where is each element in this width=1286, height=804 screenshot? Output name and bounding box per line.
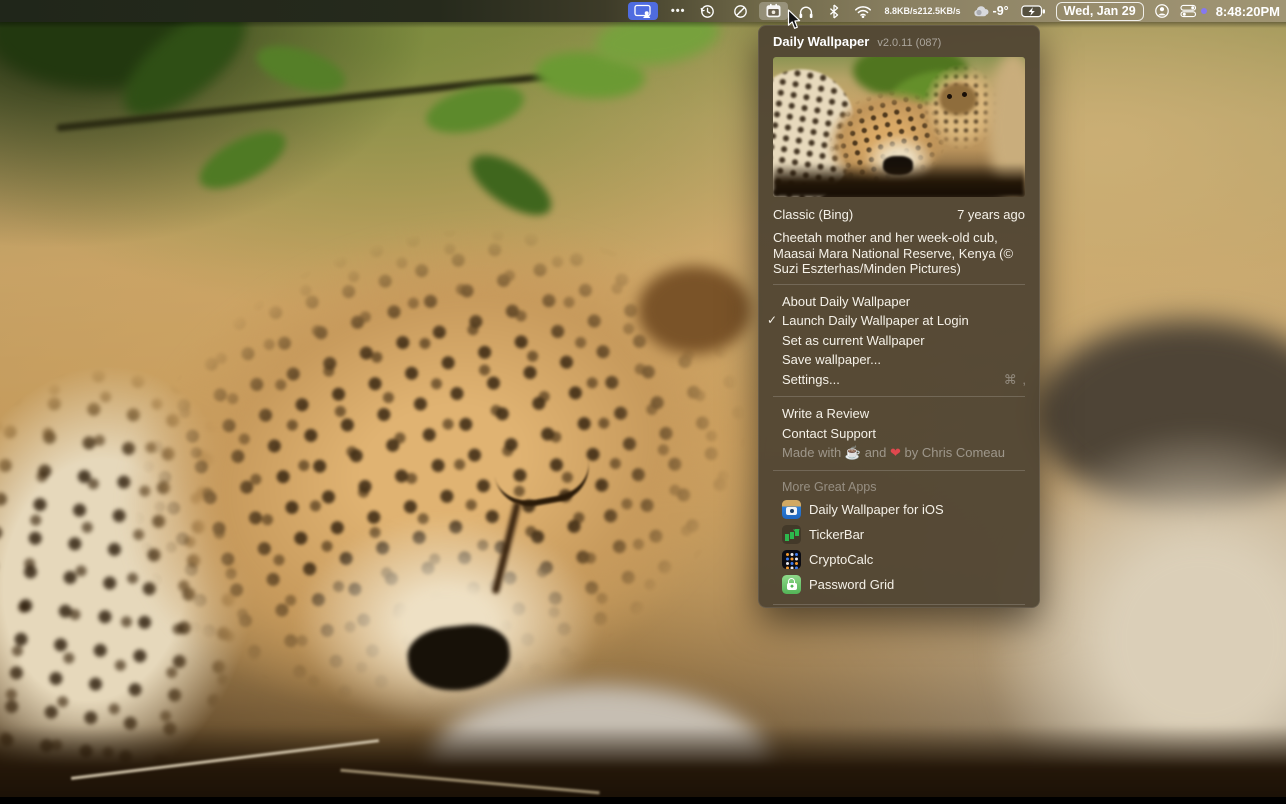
compass-icon <box>732 3 749 20</box>
menu-item-save-wallpaper[interactable]: Save wallpaper... <box>758 350 1040 370</box>
app-label: CryptoCalc <box>809 552 873 567</box>
menu-item-label: Set as current Wallpaper <box>782 333 925 348</box>
separator <box>773 470 1025 471</box>
credit-text: by Chris Comeau <box>905 445 1005 460</box>
menubar-item-bluetooth[interactable] <box>828 4 840 19</box>
menubar-item-overflow[interactable]: ••• <box>671 5 686 17</box>
menu-item-app-cryptocalc[interactable]: CryptoCalc <box>758 547 1040 572</box>
menubar-item-date[interactable]: Wed, Jan 29 <box>1056 2 1144 21</box>
credit-text: and <box>865 445 887 460</box>
tickerbar-app-icon <box>782 525 801 544</box>
wallpaper-thumbnail[interactable] <box>773 57 1025 197</box>
menu-item-write-review[interactable]: Write a Review <box>758 404 1040 424</box>
menubar-item-daily-wallpaper[interactable] <box>759 2 788 20</box>
menu-item-settings[interactable]: Settings... ⌘ , <box>758 370 1040 390</box>
heart-icon: ❤ <box>890 445 901 460</box>
menu-item-app-password-grid[interactable]: Password Grid <box>758 572 1040 597</box>
cryptocalc-app-icon <box>782 550 801 569</box>
wallpaper-leaf <box>251 37 350 102</box>
menubar-item-screen-mirroring[interactable] <box>628 2 658 20</box>
ellipsis-icon: ••• <box>671 5 686 17</box>
notification-dot <box>1201 8 1207 14</box>
wallpaper-leaf <box>191 120 294 200</box>
wallpaper-photo <box>0 0 1286 797</box>
history-clock-icon <box>699 3 716 20</box>
time-value: 8:48:20PM <box>1216 4 1280 19</box>
menu-item-app-tickerbar[interactable]: TickerBar <box>758 522 1040 547</box>
upload-speed: 8.8KB/s <box>884 6 917 16</box>
menu-item-about[interactable]: About Daily Wallpaper <box>758 292 1040 312</box>
menu-item-label: Launch Daily Wallpaper at Login <box>782 313 969 328</box>
menubar-item-user[interactable] <box>1154 3 1170 19</box>
daily-wallpaper-ios-app-icon <box>782 500 801 519</box>
wallpaper-meta: Classic (Bing) 7 years ago <box>773 207 1025 222</box>
password-grid-app-icon <box>782 575 801 594</box>
app-version: v2.0.11 (087) <box>877 37 941 49</box>
menubar-item-battery[interactable] <box>1021 5 1046 18</box>
separator <box>773 284 1025 285</box>
battery-charging-icon <box>1021 5 1046 18</box>
more-apps-header: More Great Apps <box>758 478 1040 497</box>
wifi-icon <box>854 5 872 18</box>
wallpaper-age: 7 years ago <box>957 207 1025 222</box>
menubar-item-weather[interactable]: -9° <box>973 4 1009 18</box>
menubar-shadow <box>0 22 1286 28</box>
app-title: Daily Wallpaper <box>773 34 869 49</box>
thumb-cub-eye <box>962 92 967 97</box>
cheetah-ear <box>638 266 750 354</box>
user-circle-icon <box>1154 3 1170 19</box>
daily-wallpaper-icon <box>765 3 782 19</box>
thumb-ground <box>773 163 1025 197</box>
keyboard-shortcut: ⌘ , <box>1004 372 1027 388</box>
wallpaper-source: Classic (Bing) <box>773 207 853 222</box>
menubar-item-speedtest[interactable] <box>732 3 749 20</box>
menu-bar: ••• <box>0 0 1286 22</box>
menu-item-label: Save wallpaper... <box>782 352 881 367</box>
menubar-item-wifi[interactable] <box>854 5 872 18</box>
desktop-wallpaper[interactable] <box>0 0 1286 804</box>
menubar-item-history[interactable] <box>699 3 716 20</box>
menu-item-label: Write a Review <box>782 406 869 421</box>
bottom-letterbox <box>0 797 1286 804</box>
wallpaper-description: Cheetah mother and her week-old cub, Maa… <box>773 230 1025 277</box>
date-value: Wed, Jan 29 <box>1064 3 1136 19</box>
credit-line: Made with ☕ and ❤ by Chris Comeau <box>758 443 1040 463</box>
separator <box>773 604 1025 605</box>
menu-item-contact-support[interactable]: Contact Support <box>758 424 1040 444</box>
thumb-cub-eye <box>947 94 952 99</box>
menu-item-label: About Daily Wallpaper <box>782 294 910 309</box>
separator <box>773 396 1025 397</box>
app-label: Password Grid <box>809 577 894 592</box>
cloud-icon <box>973 5 990 18</box>
daily-wallpaper-menu: Daily Wallpaper v2.0.11 (087) Classic (B… <box>758 25 1040 608</box>
menubar-item-network-speed[interactable]: 8.8KB/s 212.5KB/s <box>884 6 960 16</box>
menubar-item-clock[interactable]: 8:48:20PM <box>1216 4 1280 19</box>
display-person-icon <box>634 4 652 19</box>
checkmark-icon: ✓ <box>767 313 777 329</box>
coffee-icon: ☕ <box>845 445 861 460</box>
app-label: Daily Wallpaper for iOS <box>809 502 944 517</box>
bluetooth-icon <box>828 4 840 19</box>
menu-item-app-daily-wallpaper-ios[interactable]: Daily Wallpaper for iOS <box>758 497 1040 522</box>
menu-item-label: Settings... <box>782 372 840 387</box>
mouse-cursor <box>787 9 801 30</box>
menu-item-label: Contact Support <box>782 426 876 441</box>
toggles-icon <box>1180 3 1197 19</box>
app-label: TickerBar <box>809 527 864 542</box>
menu-item-set-current[interactable]: Set as current Wallpaper <box>758 331 1040 351</box>
thumb-cub-face <box>939 83 977 115</box>
credit-text: Made with <box>782 445 841 460</box>
temperature-value: -9° <box>993 4 1009 18</box>
download-speed: 212.5KB/s <box>918 6 961 16</box>
menu-item-launch-at-login[interactable]: ✓ Launch Daily Wallpaper at Login <box>758 311 1040 331</box>
menubar-item-control-center[interactable] <box>1180 3 1207 19</box>
